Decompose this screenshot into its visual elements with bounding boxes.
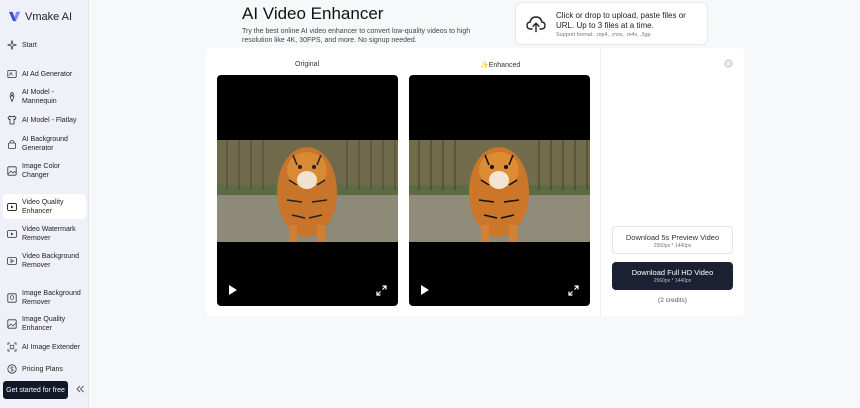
- sidebar-item-label: Image Color Changer: [22, 163, 61, 179]
- video-eraser-icon: [7, 229, 17, 239]
- brand-name: Vmake AI: [25, 10, 73, 23]
- close-icon: [726, 61, 731, 66]
- brand[interactable]: Vmake AI: [8, 10, 72, 23]
- page-title: AI Video Enhancer: [242, 4, 384, 23]
- fullscreen-icon[interactable]: [376, 285, 387, 296]
- vmake-logo-icon: [8, 11, 21, 22]
- panel-divider: [600, 48, 601, 316]
- sidebar-item-label: Image Quality Enhancer: [22, 316, 66, 332]
- download-preview-button[interactable]: Download 5s Preview Video 2560px * 1440p…: [612, 226, 733, 254]
- download-preview-label: Download 5s Preview Video: [625, 233, 720, 242]
- download-preview-resolution: 2560px * 1440px: [653, 243, 692, 249]
- fullscreen-icon[interactable]: [568, 285, 579, 296]
- tiger-video-frame: [217, 140, 398, 242]
- sidebar-item-label: AI Model - Mannequin: [22, 89, 57, 105]
- cloud-upload-icon: [526, 16, 546, 33]
- credits-note: (2 credits): [658, 297, 687, 304]
- image-bg-icon: [7, 293, 17, 303]
- sidebar-item-label: Image Background Remover: [22, 290, 81, 306]
- sidebar-item-ai-background-generator[interactable]: AI Background Generator: [3, 134, 86, 154]
- price-icon: [7, 364, 17, 374]
- enhanced-label: ✨Enhanced: [480, 62, 521, 69]
- sidebar-item-video-quality-enhancer[interactable]: Video Quality Enhancer: [3, 194, 86, 219]
- sidebar-item-label: AI Image Extender: [22, 343, 80, 351]
- original-label: Original: [295, 61, 320, 68]
- sidebar-item-video-watermark-remover[interactable]: Video Watermark Remover: [3, 224, 86, 244]
- lock-bag-icon: [7, 139, 17, 149]
- page-description: Try the best online AI video enhancer to…: [242, 28, 471, 44]
- sidebar-item-image-background-remover[interactable]: Image Background Remover: [3, 288, 86, 308]
- sidebar-item-label: Video Background Remover: [22, 253, 80, 269]
- play-icon[interactable]: [228, 284, 238, 296]
- image-enhance-icon: [7, 319, 17, 329]
- sidebar: Vmake AI Start AI Ad Generator AI Model …: [0, 0, 89, 408]
- enhanced-video-player[interactable]: [409, 75, 590, 306]
- sidebar-item-label: Start: [22, 41, 37, 49]
- sidebar-item-label: AI Model - Flatlay: [22, 116, 77, 124]
- upload-instructions: Click or drop to upload, paste files or …: [556, 11, 686, 30]
- sidebar-item-video-background-remover[interactable]: Video Background Remover: [3, 251, 86, 271]
- sidebar-item-ai-ad-generator[interactable]: AI Ad Generator: [3, 69, 86, 79]
- sidebar-item-pricing-plans[interactable]: Pricing Plans: [3, 364, 86, 374]
- sparkle-icon: [7, 40, 17, 50]
- original-video-player[interactable]: [217, 75, 398, 306]
- sidebar-item-label: Video Watermark Remover: [22, 226, 76, 242]
- download-full-hd-button[interactable]: Download Full HD Video 2560px * 1440px: [612, 262, 733, 290]
- ad-icon: [7, 69, 17, 79]
- extend-icon: [7, 342, 17, 352]
- video-bg-icon: [7, 256, 17, 266]
- play-icon[interactable]: [420, 284, 430, 296]
- mannequin-icon: [7, 92, 17, 102]
- close-button[interactable]: [724, 59, 733, 68]
- collapse-sidebar-icon[interactable]: [75, 384, 85, 394]
- sidebar-item-label: Video Quality Enhancer: [22, 198, 64, 215]
- sidebar-item-ai-model-mannequin[interactable]: AI Model - Mannequin: [3, 87, 86, 107]
- sidebar-item-ai-model-flatlay[interactable]: AI Model - Flatlay: [3, 115, 86, 125]
- tiger-video-frame: [409, 140, 590, 242]
- video-icon: [7, 202, 17, 212]
- shirt-icon: [7, 115, 17, 125]
- download-full-label: Download Full HD Video: [631, 268, 714, 277]
- sidebar-item-label: Pricing Plans: [22, 365, 63, 373]
- sidebar-item-start[interactable]: Start: [3, 40, 86, 50]
- download-full-resolution: 2560px * 1440px: [653, 278, 692, 284]
- get-started-button[interactable]: Get started for free: [3, 381, 68, 399]
- upload-dropzone[interactable]: Click or drop to upload, paste files or …: [515, 2, 708, 45]
- sidebar-item-label: AI Background Generator: [22, 136, 68, 152]
- sidebar-item-label: AI Ad Generator: [22, 70, 73, 78]
- sidebar-item-image-quality-enhancer[interactable]: Image Quality Enhancer: [3, 314, 86, 334]
- sidebar-item-ai-image-extender[interactable]: AI Image Extender: [3, 342, 86, 352]
- upload-formats: Support format: .mp4, .mov, .m4v, .3gp: [556, 32, 651, 38]
- sidebar-item-image-color-changer[interactable]: Image Color Changer: [3, 161, 86, 181]
- image-icon: [7, 166, 17, 176]
